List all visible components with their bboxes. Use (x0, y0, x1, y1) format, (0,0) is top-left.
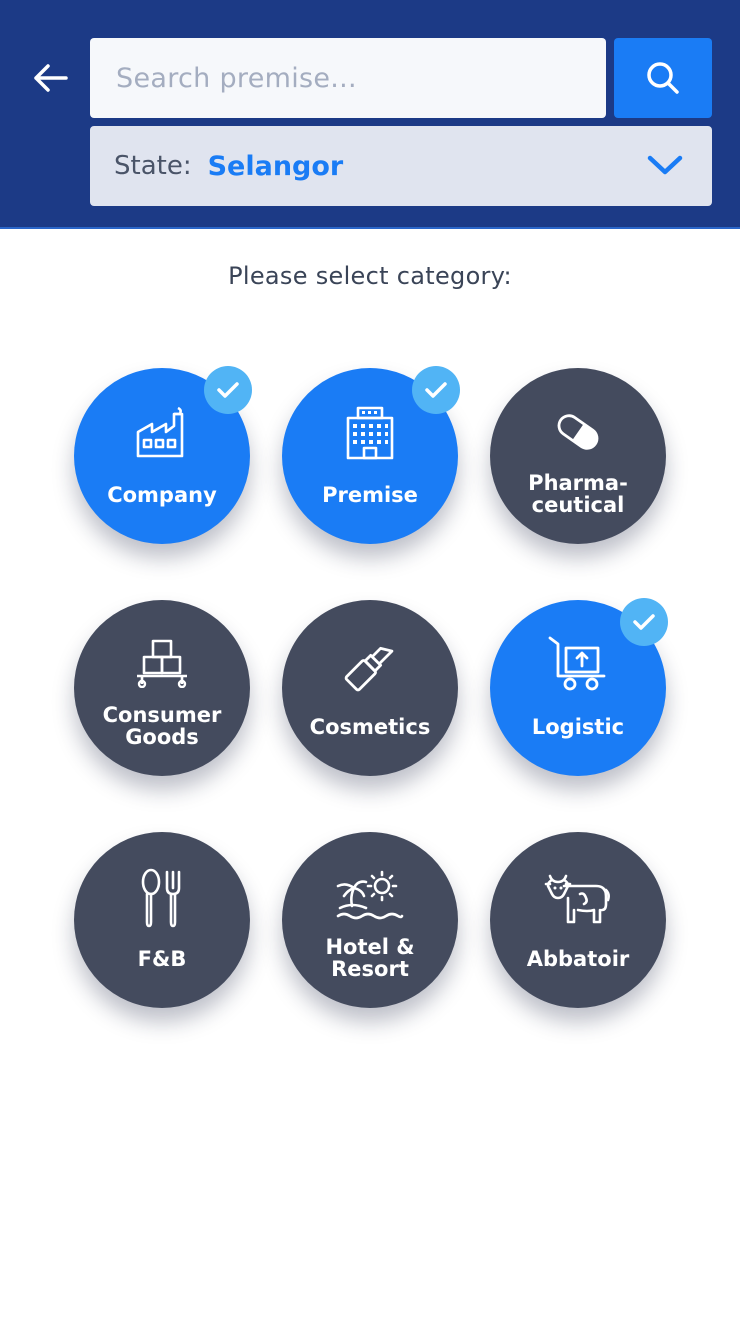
back-button[interactable] (28, 58, 72, 98)
category-label: Logistic (531, 715, 625, 739)
search-input[interactable] (90, 38, 606, 118)
category-label: Consumer Goods (102, 703, 222, 749)
search-button[interactable] (614, 38, 712, 118)
category-prompt: Please select category: (228, 262, 512, 290)
checkmark-icon (217, 382, 239, 398)
hand-truck-icon (548, 636, 606, 691)
category-label: Abbatoir (526, 947, 630, 971)
spoon-fork-icon (141, 868, 181, 928)
lipstick-icon (344, 646, 394, 692)
category-logistic[interactable]: Logistic (490, 598, 668, 776)
category-company[interactable]: Company (74, 366, 252, 544)
category-label: Company (107, 483, 217, 507)
pill-icon (557, 414, 599, 450)
check-badge (412, 366, 460, 414)
category-label: F&B (137, 947, 187, 971)
arrow-left-icon (34, 64, 68, 92)
state-value: Selangor (207, 150, 344, 182)
check-badge (620, 598, 668, 646)
building-icon (346, 406, 394, 460)
category-label: Pharma- ceutical (528, 471, 628, 517)
island-sun-icon (336, 870, 404, 920)
category-hotel-resort[interactable]: Hotel & Resort (282, 832, 458, 1008)
category-premise[interactable]: Premise (282, 366, 460, 544)
factory-icon (136, 406, 184, 458)
state-dropdown[interactable]: State: Selangor (90, 126, 712, 206)
check-badge (204, 366, 252, 414)
category-cosmetics[interactable]: Cosmetics (282, 600, 458, 776)
cow-icon (544, 874, 610, 924)
chevron-down-icon (647, 155, 683, 175)
category-abbatoir[interactable]: Abbatoir (490, 832, 666, 1008)
category-label: Cosmetics (309, 715, 431, 739)
checkmark-icon (633, 614, 655, 630)
checkmark-icon (425, 382, 447, 398)
category-fnb[interactable]: F&B (74, 832, 250, 1008)
search-icon (647, 62, 679, 94)
top-bar: State: Selangor (0, 0, 740, 229)
category-pharmaceutical[interactable]: Pharma- ceutical (490, 368, 666, 544)
boxes-icon (137, 639, 187, 688)
category-consumer-goods[interactable]: Consumer Goods (74, 600, 250, 776)
category-label: Premise (322, 483, 418, 507)
category-label: Hotel & Resort (325, 935, 415, 981)
state-label: State: (114, 151, 192, 181)
